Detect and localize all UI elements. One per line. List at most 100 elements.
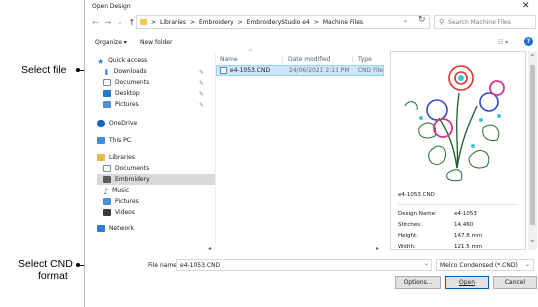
flower-blue xyxy=(426,99,448,121)
flower-pink xyxy=(433,118,453,138)
open-design-dialog: Open Design ✕ ← → ⌄ ↑ > Libraries > Embr… xyxy=(84,0,538,307)
search-input[interactable]: Search Machine Files xyxy=(448,19,511,26)
search-box[interactable]: ⚲ Search Machine Files xyxy=(434,15,536,29)
leaf-shape xyxy=(446,169,463,182)
sidebar-item-this-pc[interactable]: This PC xyxy=(97,135,131,146)
sidebar-item-label: Documents xyxy=(115,165,150,172)
column-header-type[interactable]: Type xyxy=(358,56,372,63)
back-icon[interactable]: ← xyxy=(92,18,99,27)
breadcrumb-separator: > xyxy=(237,18,243,26)
column-divider xyxy=(352,55,353,63)
folder-icon xyxy=(140,19,147,25)
bud-dot xyxy=(419,116,423,120)
sidebar-item-lib-videos[interactable]: Videos xyxy=(103,207,135,218)
filename-input[interactable]: e4-1053.CND xyxy=(176,259,432,271)
leaf-shape xyxy=(418,122,437,139)
address-bar[interactable]: > Libraries > Embroidery > EmbroideryStu… xyxy=(136,15,430,29)
recent-locations-icon[interactable]: ⌄ xyxy=(117,19,122,26)
sidebar-item-label: Quick access xyxy=(108,57,148,64)
view-options-icon[interactable]: ☷ ▾ xyxy=(498,39,508,46)
star-icon: ★ xyxy=(97,57,105,66)
callout-select-cnd: Select CND xyxy=(18,258,73,270)
sidebar-item-label: Videos xyxy=(115,209,135,216)
document-icon xyxy=(103,165,111,172)
sidebar-item-lib-pictures[interactable]: Pictures xyxy=(103,196,139,207)
address-dropdown-icon[interactable]: ⌄ xyxy=(403,17,408,24)
sidebar-item-label: Downloads xyxy=(113,68,147,75)
scroll-left-icon[interactable]: ◂ xyxy=(208,245,211,252)
video-icon xyxy=(103,209,111,216)
cancel-button[interactable]: Cancel xyxy=(493,276,537,289)
filetype-select[interactable]: Melco Condensed (*.CND) ⌄ xyxy=(436,259,534,271)
vertical-scrollbar[interactable]: ⌃ ⌄ xyxy=(528,51,537,250)
open-button[interactable]: Open xyxy=(445,276,489,289)
column-header-date[interactable]: Date modified xyxy=(288,56,331,63)
sidebar-item-label: OneDrive xyxy=(109,120,138,127)
pin-icon: ✎ xyxy=(199,91,205,98)
file-date-cell: 24/06/2021 2:11 PM xyxy=(288,67,350,74)
sidebar-item-documents[interactable]: Documents xyxy=(103,77,149,88)
column-header-name[interactable]: Name xyxy=(220,56,238,63)
breadcrumb-separator: > xyxy=(189,18,195,26)
prop-value: 121.5 mm xyxy=(454,244,483,250)
help-icon[interactable]: ? xyxy=(524,37,533,46)
sidebar-item-quick-access[interactable]: ★ Quick access xyxy=(97,55,147,66)
title-bar: Open Design ✕ xyxy=(85,0,538,14)
bud-dot xyxy=(479,118,483,122)
sidebar-item-lib-documents[interactable]: Documents xyxy=(103,163,149,174)
prop-label: Stitches: xyxy=(398,222,422,228)
sidebar-item-label: Embroidery xyxy=(115,176,150,183)
sidebar-item-label: Pictures xyxy=(115,198,139,205)
column-divider xyxy=(282,55,283,63)
sidebar-item-lib-embroidery[interactable]: Embroidery xyxy=(97,174,215,185)
stem-line xyxy=(438,117,458,169)
scroll-right-icon[interactable]: ▸ xyxy=(376,245,379,252)
resize-grip-icon[interactable]: ⋰ xyxy=(531,296,537,303)
prop-label: Design Name: xyxy=(398,211,437,217)
forward-icon[interactable]: → xyxy=(105,18,112,27)
desktop-icon xyxy=(103,90,111,97)
breadcrumb-separator: > xyxy=(151,18,157,26)
sidebar-item-pictures[interactable]: Pictures xyxy=(103,99,139,110)
navigation-pane: ★ Quick access ⬇ Downloads Documents Deskt… xyxy=(97,55,215,245)
sidebar-item-label: Network xyxy=(109,225,135,232)
horizontal-scrollbar[interactable]: ◂ ▸ xyxy=(206,245,384,254)
filename-label: File name: xyxy=(148,262,179,269)
prop-value: 14,460 xyxy=(454,222,474,228)
sidebar-item-downloads[interactable]: ⬇ Downloads xyxy=(103,66,147,77)
scroll-down-icon[interactable]: ⌄ xyxy=(529,235,536,244)
leaf-shape xyxy=(468,150,490,169)
breadcrumb-libraries[interactable]: Libraries xyxy=(160,19,186,26)
breadcrumb-studio[interactable]: EmbroideryStudio e4 xyxy=(247,19,310,26)
up-icon[interactable]: ↑ xyxy=(128,18,135,27)
sidebar-item-onedrive[interactable]: OneDrive xyxy=(97,118,137,129)
preview-filename: e4-1053.CND xyxy=(398,192,435,198)
sidebar-item-libraries[interactable]: Libraries xyxy=(97,152,135,163)
sidebar-item-lib-music[interactable]: ♪ Music xyxy=(103,185,129,196)
sidebar-item-desktop[interactable]: Desktop xyxy=(103,88,140,99)
options-button[interactable]: Options... xyxy=(395,276,441,289)
pin-icon: ✎ xyxy=(199,80,205,87)
library-icon xyxy=(97,154,105,161)
new-folder-button[interactable]: New folder xyxy=(140,39,172,46)
breadcrumb-embroidery[interactable]: Embroidery xyxy=(199,19,234,26)
filetype-select-value: Melco Condensed (*.CND) xyxy=(440,261,518,269)
organize-button[interactable]: Organize ▾ xyxy=(95,39,127,46)
cloud-icon xyxy=(97,120,105,127)
scrollbar-thumb[interactable] xyxy=(530,65,535,225)
refresh-icon[interactable]: ↻ xyxy=(418,15,426,25)
table-row[interactable]: e4-1053.CND 24/06/2021 2:11 PM CND File xyxy=(216,65,384,76)
scroll-up-icon[interactable]: ⌃ xyxy=(529,53,536,62)
music-icon: ♪ xyxy=(103,187,109,196)
sidebar-item-network[interactable]: Network xyxy=(97,223,134,234)
breadcrumb-machine-files[interactable]: Machine Files xyxy=(323,19,363,26)
close-icon[interactable]: ✕ xyxy=(522,1,530,11)
document-icon xyxy=(103,79,111,86)
prop-value: e4-1053 xyxy=(454,211,477,217)
pictures-icon xyxy=(103,198,111,205)
flower-center xyxy=(458,75,464,81)
callout-select-file: Select file xyxy=(21,64,67,76)
filename-input-value: e4-1053.CND xyxy=(180,261,221,269)
filename-dropdown-icon[interactable]: ⌄ xyxy=(424,260,429,267)
network-icon xyxy=(97,225,105,232)
